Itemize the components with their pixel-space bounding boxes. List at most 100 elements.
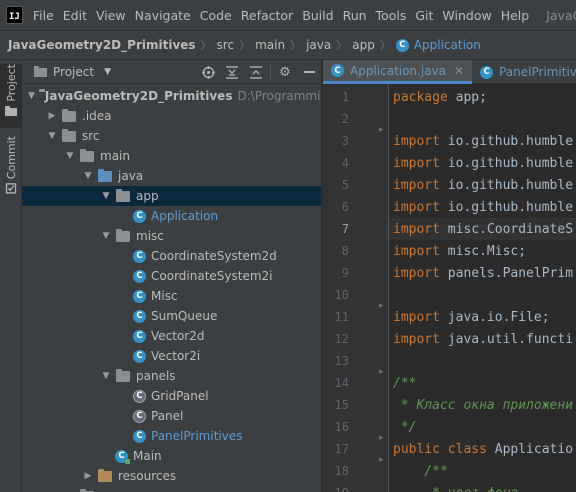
code-line[interactable]: /** bbox=[389, 460, 448, 482]
menu-view[interactable]: View bbox=[96, 8, 126, 23]
tab-panelprimitives-java[interactable]: C PanelPrimitives.ja bbox=[472, 60, 576, 84]
expanded-arrow-icon[interactable]: ▼ bbox=[46, 131, 58, 141]
tree-item-misc[interactable]: ▼ misc bbox=[22, 226, 321, 246]
tree-item-gridpanel[interactable]: C GridPanel bbox=[22, 386, 321, 406]
expanded-arrow-icon[interactable]: ▼ bbox=[82, 171, 94, 181]
menu-file[interactable]: File bbox=[33, 8, 54, 23]
abstract-class-icon: C bbox=[133, 409, 146, 423]
class-icon: C bbox=[133, 309, 146, 323]
code-text: import io.github.humble bbox=[393, 177, 574, 193]
code-text: /** bbox=[393, 375, 417, 391]
menu-edit[interactable]: Edit bbox=[63, 8, 87, 23]
tree-item-main[interactable]: ▼ main bbox=[22, 146, 321, 166]
tree-item-application[interactable]: C Application bbox=[22, 206, 321, 226]
code-line[interactable]: import misc.CoordinateS bbox=[389, 218, 573, 240]
breadcrumb-app[interactable]: app bbox=[352, 38, 375, 52]
tree-item-panels[interactable]: ▼ panels bbox=[22, 366, 321, 386]
chevron-down-icon[interactable]: ▼ bbox=[104, 67, 111, 77]
breadcrumb-main[interactable]: main bbox=[255, 38, 285, 52]
breadcrumb-project[interactable]: JavaGeometry2D_Primitives bbox=[8, 38, 196, 52]
tree-item-coordinatesystem2d[interactable]: C CoordinateSystem2d bbox=[22, 246, 321, 266]
tab-application-java[interactable]: C Application.java ✕ bbox=[323, 60, 473, 84]
intellij-logo-icon[interactable]: IJ bbox=[6, 6, 23, 24]
code-text: * Класс окна приложени bbox=[393, 397, 574, 413]
menu-build[interactable]: Build bbox=[302, 8, 333, 23]
collapse-all-icon[interactable] bbox=[244, 60, 268, 84]
tree-item-panel[interactable]: C Panel bbox=[22, 406, 321, 426]
code-text: import misc.Misc; bbox=[393, 243, 527, 259]
breadcrumb-src[interactable]: src bbox=[217, 38, 235, 52]
tool-window-commit-tab[interactable]: Commit bbox=[0, 136, 22, 194]
minimize-icon[interactable] bbox=[297, 60, 321, 84]
expanded-arrow-icon[interactable]: ▼ bbox=[100, 371, 112, 381]
tree-item-sumqueue[interactable]: C SumQueue bbox=[22, 306, 321, 326]
menu-code[interactable]: Code bbox=[200, 8, 232, 23]
collapsed-arrow-icon[interactable]: ▶ bbox=[46, 111, 58, 121]
locate-file-icon[interactable] bbox=[196, 60, 220, 84]
code-line[interactable]: import java.io.File; bbox=[389, 306, 550, 328]
package-icon bbox=[116, 368, 130, 382]
expanded-arrow-icon[interactable]: ▼ bbox=[100, 231, 112, 241]
expanded-arrow-icon[interactable]: ▼ bbox=[64, 151, 76, 161]
code-text: import io.github.humble bbox=[393, 199, 574, 215]
code-line[interactable]: * цвет фона bbox=[389, 482, 518, 492]
close-icon[interactable]: ✕ bbox=[454, 64, 464, 78]
menu-window[interactable]: Window bbox=[442, 8, 491, 23]
line-number: 6 bbox=[341, 200, 349, 214]
tree-item-java[interactable]: ▼ java bbox=[22, 166, 321, 186]
gear-icon[interactable]: ⚙ bbox=[273, 60, 297, 84]
code-area[interactable]: package app; import io.github.humble impor… bbox=[389, 85, 576, 492]
tree-item-app[interactable]: ▼ app bbox=[22, 186, 321, 206]
fold-marker-icon[interactable]: ▸ bbox=[379, 433, 389, 443]
tree-item-main-class[interactable]: C Main bbox=[22, 446, 321, 466]
menu-refactor[interactable]: Refactor bbox=[241, 8, 293, 23]
code-line[interactable]: */ bbox=[389, 416, 417, 438]
code-line[interactable]: import java.util.functi bbox=[389, 328, 573, 350]
code-line[interactable] bbox=[389, 108, 393, 130]
tree-item-label: panels bbox=[136, 369, 176, 383]
tree-item-project-root[interactable]: ▼ JavaGeometry2D_Primitives D:\Programmi… bbox=[22, 86, 321, 106]
code-line[interactable]: package app; bbox=[389, 86, 487, 108]
tree-item-label: Misc bbox=[151, 289, 178, 303]
expanded-arrow-icon[interactable]: ▼ bbox=[28, 91, 35, 101]
expanded-arrow-icon[interactable]: ▼ bbox=[100, 191, 112, 201]
menu-navigate[interactable]: Navigate bbox=[135, 8, 191, 23]
tree-item-coordinatesystem2i[interactable]: C CoordinateSystem2i bbox=[22, 266, 321, 286]
code-line[interactable]: import io.github.humble bbox=[389, 152, 573, 174]
code-line[interactable]: import misc.Misc; bbox=[389, 240, 526, 262]
menu-run[interactable]: Run bbox=[343, 8, 367, 23]
breadcrumb-application[interactable]: Application bbox=[414, 38, 481, 52]
menu-help[interactable]: Help bbox=[501, 8, 530, 23]
code-line[interactable] bbox=[389, 350, 393, 372]
code-line[interactable]: import io.github.humble bbox=[389, 130, 573, 152]
breadcrumb-java[interactable]: java bbox=[306, 38, 331, 52]
tool-window-project-tab[interactable]: Project bbox=[0, 64, 22, 128]
project-panel-title[interactable]: Project bbox=[53, 65, 94, 79]
tree-item-misc-class[interactable]: C Misc bbox=[22, 286, 321, 306]
code-line[interactable]: * Класс окна приложени bbox=[389, 394, 573, 416]
fold-marker-icon[interactable]: ▸ bbox=[379, 301, 389, 311]
fold-marker-icon[interactable]: ▸ bbox=[379, 367, 389, 377]
code-line[interactable]: import io.github.humble bbox=[389, 174, 573, 196]
collapsed-arrow-icon[interactable]: ▶ bbox=[82, 471, 94, 481]
tree-item-vector2i[interactable]: C Vector2i bbox=[22, 346, 321, 366]
tree-item-vector2d[interactable]: C Vector2d bbox=[22, 326, 321, 346]
tree-item-panelprimitives[interactable]: C PanelPrimitives bbox=[22, 426, 321, 446]
line-number: 13 bbox=[334, 354, 349, 368]
tree-item-src[interactable]: ▼ src bbox=[22, 126, 321, 146]
code-line[interactable]: import io.github.humble bbox=[389, 196, 573, 218]
fold-marker-icon[interactable]: ▸ bbox=[379, 125, 389, 135]
tree-item-resources[interactable]: ▶ resources bbox=[22, 466, 321, 486]
fold-marker-icon[interactable]: ▸ bbox=[379, 455, 389, 465]
tree-item-idea[interactable]: ▶ .idea bbox=[22, 106, 321, 126]
code-line[interactable]: /** bbox=[389, 372, 416, 394]
breadcrumb-separator-icon: 〉 bbox=[200, 39, 212, 52]
code-line[interactable]: import panels.PanelPrim bbox=[389, 262, 573, 284]
code-line[interactable]: public class Applicatio bbox=[389, 438, 573, 460]
menu-tools[interactable]: Tools bbox=[376, 8, 407, 23]
code-line[interactable] bbox=[389, 284, 393, 306]
folder-icon bbox=[5, 105, 17, 116]
expand-all-icon[interactable] bbox=[220, 60, 244, 84]
tree-item-partial[interactable]: ▶ bbox=[22, 486, 321, 492]
menu-git[interactable]: Git bbox=[415, 8, 433, 23]
